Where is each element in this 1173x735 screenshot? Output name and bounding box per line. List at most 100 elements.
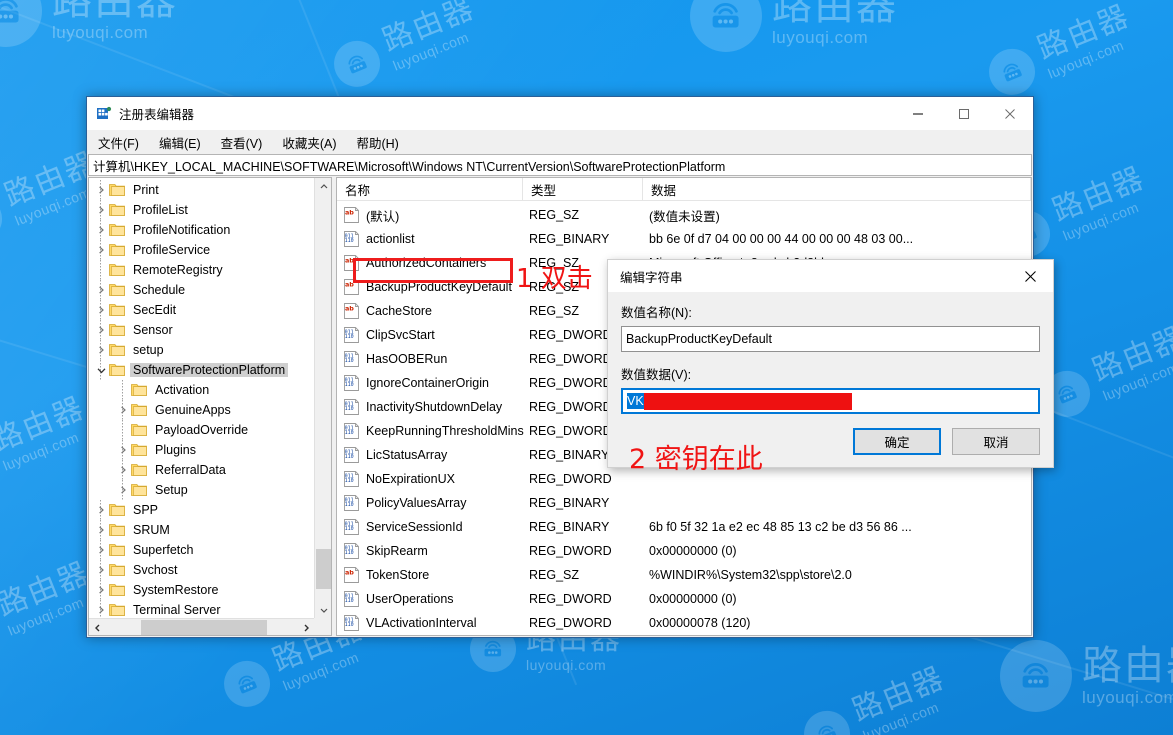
chevron-right-icon[interactable] (93, 520, 109, 540)
watermark-text: 路由器luyouqi.com (378, 0, 486, 74)
svg-text:110: 110 (345, 334, 354, 340)
tree-node-label: Svchost (133, 563, 178, 577)
tree-node-plugins[interactable]: Plugins (89, 440, 314, 460)
menu-item-1[interactable]: 编辑(E) (157, 132, 203, 153)
value-type-cell: REG_BINARY (529, 520, 610, 534)
column-header-data[interactable]: 数据 (643, 178, 1031, 200)
tree-scroll-left-button[interactable] (89, 619, 106, 635)
tree-node-setup[interactable]: Setup (89, 480, 314, 500)
tree-vertical-scrollbar[interactable] (314, 178, 331, 618)
value-name-cell: UserOperations (366, 592, 454, 606)
chevron-right-icon[interactable] (115, 460, 131, 480)
chevron-right-icon[interactable] (93, 200, 109, 220)
chevron-right-icon[interactable] (93, 220, 109, 240)
chevron-right-icon[interactable] (93, 280, 109, 300)
tree-node-profileservice[interactable]: ProfileService (89, 240, 314, 260)
address-bar[interactable]: 计算机\HKEY_LOCAL_MACHINE\SOFTWARE\Microsof… (88, 154, 1032, 176)
tree-node-payloadoverride[interactable]: PayloadOverride (89, 420, 314, 440)
tree-node-terminal-server[interactable]: Terminal Server (89, 600, 314, 618)
menu-item-0[interactable]: 文件(F) (96, 132, 141, 153)
table-row[interactable]: 011 110 UserOperations REG_DWORD 0x00000000 … (337, 587, 1031, 611)
chevron-right-icon[interactable] (93, 600, 109, 618)
tree-node-spp[interactable]: SPP (89, 500, 314, 520)
tree-node-secedit[interactable]: SecEdit (89, 300, 314, 320)
dialog-title: 编辑字符串 (620, 270, 683, 285)
annotation-step-1: 1 双击 (516, 264, 593, 294)
table-row[interactable]: ab (默认) REG_SZ (数值未设置) (337, 203, 1031, 227)
chevron-right-icon[interactable] (115, 400, 131, 420)
maximize-icon[interactable] (941, 97, 987, 130)
tree-no-expander (115, 420, 131, 440)
chevron-right-icon[interactable] (93, 540, 109, 560)
cancel-button[interactable]: 取消 (952, 428, 1040, 455)
tree-scroll-up-button[interactable] (315, 178, 331, 195)
chevron-right-icon[interactable] (115, 440, 131, 460)
minimize-icon[interactable] (895, 97, 941, 130)
watermark-text: 路由器luyouqi.com (772, 0, 898, 46)
chevron-right-icon[interactable] (115, 480, 131, 500)
tree-hscroll-thumb[interactable] (141, 620, 267, 635)
tree-node-schedule[interactable]: Schedule (89, 280, 314, 300)
tree-node-label: Schedule (133, 283, 186, 297)
table-row[interactable]: 011 110 SkipRearm REG_DWORD 0x00000000 (0) (337, 539, 1031, 563)
tree-node-referraldata[interactable]: ReferralData (89, 460, 314, 480)
table-row[interactable]: 011 110 actionlist REG_BINARY bb 6e 0f d7 04… (337, 227, 1031, 251)
svg-text:110: 110 (345, 622, 354, 628)
tree-node-activation[interactable]: Activation (89, 380, 314, 400)
tree-node-print[interactable]: Print (89, 180, 314, 200)
svg-text:ab: ab (345, 209, 354, 217)
tree-scroll-right-button[interactable] (297, 619, 314, 635)
tree-node-softwareprotectionplatform[interactable]: SoftwareProtectionPlatform (89, 360, 314, 380)
column-header-name[interactable]: 名称 (337, 178, 523, 200)
chevron-right-icon[interactable] (93, 500, 109, 520)
tree-node-srum[interactable]: SRUM (89, 520, 314, 540)
menu-item-3[interactable]: 收藏夹(A) (280, 132, 338, 153)
table-row[interactable]: 011 110 PolicyValuesArray REG_BINARY (337, 491, 1031, 515)
ok-button[interactable]: 确定 (853, 428, 941, 455)
value-data-field[interactable]: VK (621, 388, 1040, 414)
window-titlebar[interactable]: 注册表编辑器 (87, 97, 1033, 130)
chevron-down-icon[interactable] (93, 360, 109, 380)
value-name-field[interactable]: BackupProductKeyDefault (621, 326, 1040, 352)
tree-node-setup[interactable]: setup (89, 340, 314, 360)
watermark-brand-en: luyouqi.com (52, 23, 149, 42)
chevron-right-icon[interactable] (93, 320, 109, 340)
tree-scrollbar-corner (314, 618, 331, 635)
tree-node-sensor[interactable]: Sensor (89, 320, 314, 340)
watermark-brand-en: luyouqi.com (772, 28, 869, 47)
tree-node-remoteregistry[interactable]: RemoteRegistry (89, 260, 314, 280)
chevron-right-icon[interactable] (93, 340, 109, 360)
value-type-cell: REG_BINARY (529, 232, 610, 246)
chevron-right-icon[interactable] (93, 240, 109, 260)
binary-value-icon: 011 110 (343, 351, 360, 367)
chevron-right-icon[interactable] (93, 300, 109, 320)
watermark: 路由器luyouqi.com (326, 0, 486, 94)
value-type-cell: REG_DWORD (529, 544, 612, 558)
table-row[interactable]: ab TokenStore REG_SZ %WINDIR%\System32\spp\… (337, 563, 1031, 587)
menu-item-2[interactable]: 查看(V) (219, 132, 265, 153)
close-icon[interactable] (1008, 260, 1053, 292)
tree-node-label: Print (133, 183, 159, 197)
dialog-titlebar[interactable]: 编辑字符串 (608, 260, 1053, 292)
tree-node-systemrestore[interactable]: SystemRestore (89, 580, 314, 600)
tree-node-profilenotification[interactable]: ProfileNotification (89, 220, 314, 240)
tree-horizontal-scrollbar[interactable] (89, 618, 314, 635)
tree-node-genuineapps[interactable]: GenuineApps (89, 400, 314, 420)
tree-scroll-thumb[interactable] (316, 549, 331, 589)
table-row[interactable]: 011 110 ServiceSessionId REG_BINARY 6b f0 5f… (337, 515, 1031, 539)
tree-scroll-down-button[interactable] (315, 601, 331, 618)
chevron-right-icon[interactable] (93, 180, 109, 200)
tree-node-superfetch[interactable]: Superfetch (89, 540, 314, 560)
value-data-cell: 0x00000078 (120) (649, 616, 751, 630)
table-row[interactable]: 011 110 VLActivationInterval REG_DWORD 0x000… (337, 611, 1031, 635)
chevron-right-icon[interactable] (93, 580, 109, 600)
tree-node-profilelist[interactable]: ProfileList (89, 200, 314, 220)
column-header-type[interactable]: 类型 (523, 178, 643, 200)
menu-item-4[interactable]: 帮助(H) (354, 132, 400, 153)
close-icon[interactable] (987, 97, 1033, 130)
chevron-right-icon[interactable] (93, 560, 109, 580)
tree-node-label: SecEdit (133, 303, 177, 317)
tree-node-svchost[interactable]: Svchost (89, 560, 314, 580)
folder-icon (109, 283, 125, 297)
watermark-brand-en: luyouqi.com (1082, 688, 1173, 707)
